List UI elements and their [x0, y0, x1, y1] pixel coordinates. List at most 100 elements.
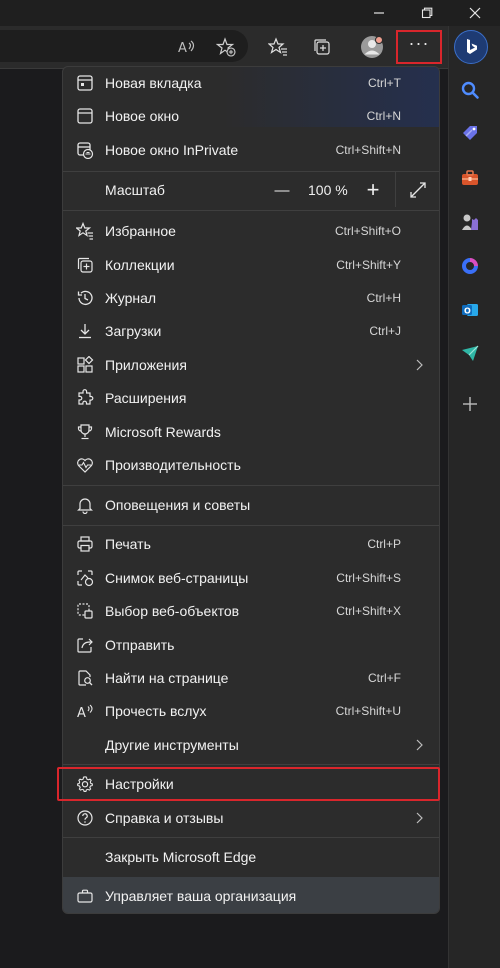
menu-item-downloads[interactable]: Загрузки Ctrl+J	[63, 315, 439, 347]
menu-item-extensions[interactable]: Расширения	[63, 382, 439, 414]
help-icon	[75, 808, 95, 828]
bing-copilot-button[interactable]	[454, 30, 488, 64]
menu-item-label: Коллекции	[105, 257, 175, 273]
menu-item-label: Журнал	[105, 290, 157, 306]
menu-item-rewards[interactable]: Microsoft Rewards	[63, 416, 439, 448]
menu-item-print[interactable]: Печать Ctrl+P	[63, 528, 439, 560]
add-favorite-button[interactable]	[210, 32, 242, 62]
menu-item-performance[interactable]: Производительность	[63, 449, 439, 481]
tools-icon	[462, 170, 478, 185]
restore-button[interactable]	[404, 0, 450, 26]
minimize-button[interactable]	[356, 0, 402, 26]
settings-and-more-button[interactable]: ···	[396, 30, 442, 64]
fullscreen-button[interactable]	[405, 177, 431, 203]
menu-separator	[63, 485, 439, 486]
menu-item-shortcut: Ctrl+T	[368, 76, 401, 90]
menu-item-alerts[interactable]: Оповещения и советы	[63, 489, 439, 521]
read-aloud-button[interactable]: A	[170, 32, 202, 62]
sidebar-office-button[interactable]	[456, 252, 484, 280]
menu-item-label: Новое окно	[105, 108, 180, 124]
bell-icon	[75, 495, 95, 515]
fullscreen-icon	[410, 182, 426, 198]
menu-item-close-edge[interactable]: Закрыть Microsoft Edge	[63, 841, 439, 873]
zoom-in-icon: +	[366, 177, 380, 202]
sidebar-tools-button[interactable]	[456, 164, 484, 192]
menu-item-shortcut: Ctrl+N	[366, 109, 401, 123]
managed-by-organization[interactable]: Управляет ваша организация	[63, 877, 439, 913]
menu-item-label: Приложения	[105, 357, 187, 373]
zoom-out-icon: —	[274, 181, 290, 199]
history-icon	[75, 288, 95, 308]
menu-item-label: Загрузки	[105, 323, 162, 339]
menu-item-label: Снимок веб-страницы	[105, 570, 249, 586]
menu-item-read-aloud[interactable]: A Прочесть вслух Ctrl+Shift+U	[63, 695, 439, 727]
menu-item-new-tab[interactable]: Новая вкладка Ctrl+T	[63, 67, 439, 99]
collections-button[interactable]	[306, 32, 338, 62]
read-aloud-icon: A	[75, 701, 95, 721]
favorites-icon	[75, 221, 95, 241]
screenshot-icon	[75, 568, 95, 588]
settings-highlight-box	[57, 767, 440, 801]
menu-separator	[63, 525, 439, 526]
profile-button[interactable]	[356, 32, 388, 62]
web-select-icon	[75, 601, 95, 621]
sidebar-search-button[interactable]	[456, 76, 484, 104]
printer-icon	[75, 534, 95, 554]
apps-icon	[75, 355, 95, 375]
menu-item-web-select[interactable]: Выбор веб-объектов Ctrl+Shift+X	[63, 595, 439, 627]
menu-item-apps[interactable]: Приложения	[63, 349, 439, 381]
heart-pulse-icon	[75, 455, 95, 475]
collections-icon	[75, 255, 95, 275]
menu-item-help[interactable]: Справка и отзывы	[63, 802, 439, 834]
sidebar-add-button[interactable]	[456, 390, 484, 418]
menu-item-label: Новая вкладка	[105, 75, 202, 91]
collections-icon	[314, 39, 330, 55]
menu-item-shortcut: Ctrl+P	[367, 537, 401, 551]
zoom-value: 100 %	[308, 182, 348, 198]
browser-toolbar: A	[0, 26, 448, 68]
menu-item-favorites[interactable]: Избранное Ctrl+Shift+O	[63, 215, 439, 247]
bing-icon	[467, 39, 477, 54]
favorites-button[interactable]	[262, 32, 294, 62]
extensions-icon	[75, 388, 95, 408]
menu-item-find[interactable]: Найти на странице Ctrl+F	[63, 662, 439, 694]
menu-item-share[interactable]: Отправить	[63, 629, 439, 661]
menu-separator	[63, 764, 439, 765]
sidebar-shopping-button[interactable]	[456, 120, 484, 148]
drop-icon	[462, 345, 479, 361]
menu-item-shortcut: Ctrl+Shift+S	[336, 571, 401, 585]
zoom-divider	[395, 171, 396, 207]
menu-item-more-tools[interactable]: Другие инструменты	[63, 729, 439, 761]
menu-item-screenshot[interactable]: Снимок веб-страницы Ctrl+Shift+S	[63, 562, 439, 594]
search-icon	[461, 81, 479, 99]
menu-item-label: Отправить	[105, 637, 175, 653]
chevron-right-icon	[416, 739, 423, 751]
trophy-icon	[75, 422, 95, 442]
svg-text:A: A	[178, 41, 187, 56]
shopping-icon	[463, 126, 477, 140]
more-icon: ···	[408, 32, 430, 53]
menu-item-shortcut: Ctrl+Shift+U	[335, 704, 401, 718]
close-button[interactable]	[452, 0, 498, 26]
zoom-out-button[interactable]: —	[269, 177, 295, 203]
add-icon	[463, 397, 477, 411]
outlook-icon: O	[462, 304, 478, 316]
maximize-icon	[421, 7, 433, 19]
svg-text:A: A	[77, 706, 86, 720]
minimize-icon	[374, 12, 384, 14]
zoom-in-button[interactable]: +	[360, 177, 386, 203]
menu-item-new-window[interactable]: Новое окно Ctrl+N	[63, 100, 439, 132]
sidebar-outlook-button[interactable]: O	[456, 296, 484, 324]
menu-item-label: Закрыть Microsoft Edge	[105, 849, 257, 865]
menu-item-new-inprivate[interactable]: Новое окно InPrivate Ctrl+Shift+N	[63, 134, 439, 166]
menu-item-collections[interactable]: Коллекции Ctrl+Shift+Y	[63, 249, 439, 281]
sidebar-drop-button[interactable]	[456, 340, 484, 368]
find-icon	[75, 668, 95, 688]
menu-item-history[interactable]: Журнал Ctrl+H	[63, 282, 439, 314]
menu-item-shortcut: Ctrl+F	[368, 671, 401, 685]
title-bar	[0, 0, 500, 26]
sidebar-games-button[interactable]	[456, 208, 484, 236]
menu-item-label: Другие инструменты	[105, 737, 239, 753]
download-icon	[75, 321, 95, 341]
menu-item-label: Выбор веб-объектов	[105, 603, 240, 619]
